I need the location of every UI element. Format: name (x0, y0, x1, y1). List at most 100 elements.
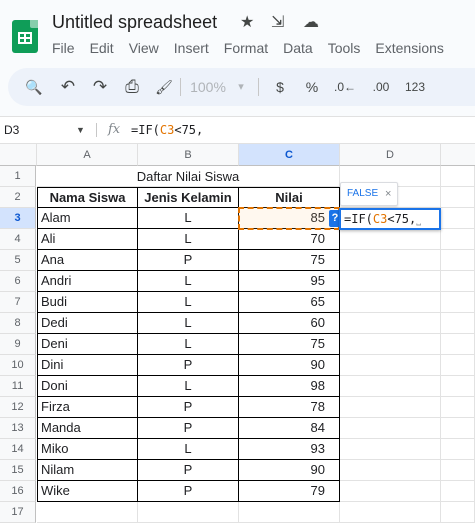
cell[interactable] (441, 502, 475, 523)
cell[interactable] (441, 460, 475, 481)
student-name-cell[interactable]: Ali (37, 229, 138, 250)
menu-extensions[interactable]: Extensions (375, 40, 443, 56)
star-icon[interactable]: ★ (240, 13, 254, 33)
row-header-10[interactable]: 10 (0, 355, 36, 376)
student-name-cell[interactable]: Andri (37, 271, 138, 292)
redo-icon[interactable]: ↷ (88, 68, 112, 106)
row-header-6[interactable]: 6 (0, 271, 36, 292)
cell[interactable] (138, 502, 239, 523)
move-to-folder-icon[interactable]: ⇲ (271, 13, 284, 33)
menu-view[interactable]: View (129, 40, 159, 56)
cell[interactable] (441, 208, 475, 229)
student-name-cell[interactable]: Wike (37, 481, 138, 502)
score-cell[interactable]: 75 (239, 334, 340, 355)
gender-cell[interactable]: P (138, 460, 239, 481)
score-cell[interactable]: 93 (239, 439, 340, 460)
sheets-logo-icon[interactable] (12, 20, 38, 53)
cell[interactable] (340, 397, 441, 418)
column-header-a[interactable]: A (37, 144, 138, 166)
gender-cell[interactable]: L (138, 229, 239, 250)
row-header-14[interactable]: 14 (0, 439, 36, 460)
row-header-1[interactable]: 1 (0, 166, 36, 187)
cell[interactable] (441, 166, 475, 187)
score-cell[interactable]: 95 (239, 271, 340, 292)
gender-cell[interactable]: L (138, 313, 239, 334)
cell[interactable] (441, 292, 475, 313)
student-name-cell[interactable]: Budi (37, 292, 138, 313)
close-icon[interactable]: × (385, 183, 391, 205)
student-name-cell[interactable]: Doni (37, 376, 138, 397)
gender-cell[interactable]: L (138, 208, 239, 229)
cell[interactable] (340, 460, 441, 481)
formula-input[interactable]: =IF(C3<75, (131, 117, 203, 143)
cell[interactable] (340, 271, 441, 292)
more-formats-button[interactable]: 123 (400, 68, 430, 106)
cell[interactable] (441, 418, 475, 439)
header-cell[interactable]: Jenis Kelamin (138, 187, 239, 208)
row-header-5[interactable]: 5 (0, 250, 36, 271)
cell[interactable] (340, 292, 441, 313)
row-header-17[interactable]: 17 (0, 502, 36, 523)
column-header-d[interactable]: D (340, 144, 441, 166)
menu-data[interactable]: Data (283, 40, 313, 56)
row-header-3[interactable]: 3 (0, 208, 36, 229)
row-header-7[interactable]: 7 (0, 292, 36, 313)
decrease-decimal-button[interactable]: .0← (330, 68, 360, 106)
score-cell[interactable]: 90 (239, 355, 340, 376)
student-name-cell[interactable]: Deni (37, 334, 138, 355)
student-name-cell[interactable]: Ana (37, 250, 138, 271)
student-name-cell[interactable]: Nilam (37, 460, 138, 481)
column-header-b[interactable]: B (138, 144, 239, 166)
score-cell[interactable]: 98 (239, 376, 340, 397)
student-name-cell[interactable]: Alam (37, 208, 138, 229)
cell[interactable] (441, 187, 475, 208)
row-header-2[interactable]: 2 (0, 187, 36, 208)
cell[interactable] (441, 271, 475, 292)
document-title[interactable]: Untitled spreadsheet (52, 12, 217, 33)
cell[interactable] (340, 355, 441, 376)
zoom-select[interactable]: 100% (186, 68, 230, 106)
row-header-16[interactable]: 16 (0, 481, 36, 502)
cell[interactable] (441, 313, 475, 334)
cell[interactable] (37, 502, 138, 523)
menu-tools[interactable]: Tools (328, 40, 361, 56)
cell[interactable] (340, 502, 441, 523)
menu-file[interactable]: File (52, 40, 75, 56)
cell[interactable] (441, 397, 475, 418)
row-header-13[interactable]: 13 (0, 418, 36, 439)
cell[interactable] (441, 481, 475, 502)
sheet-grid[interactable]: A B C D 1 Daftar Nilai Siswa 2 Nama Siswa Je… (0, 144, 475, 524)
cell[interactable] (441, 250, 475, 271)
column-header-e[interactable] (441, 144, 475, 166)
paint-format-icon[interactable]: 🖌 (152, 68, 176, 106)
increase-decimal-button[interactable]: .00 (366, 68, 396, 106)
score-cell[interactable]: 78 (239, 397, 340, 418)
score-cell[interactable]: 65 (239, 292, 340, 313)
row-header-8[interactable]: 8 (0, 313, 36, 334)
gender-cell[interactable]: P (138, 418, 239, 439)
row-header-12[interactable]: 12 (0, 397, 36, 418)
row-header-9[interactable]: 9 (0, 334, 36, 355)
table-title[interactable]: Daftar Nilai Siswa (37, 166, 340, 187)
gender-cell[interactable]: P (138, 481, 239, 502)
cell[interactable] (340, 439, 441, 460)
cloud-status-icon[interactable]: ☁ (303, 13, 319, 33)
score-cell[interactable]: 70 (239, 229, 340, 250)
score-cell[interactable]: 84 (239, 418, 340, 439)
cell[interactable] (340, 376, 441, 397)
percent-format-button[interactable]: % (300, 68, 324, 106)
cell[interactable] (441, 229, 475, 250)
cell[interactable] (340, 334, 441, 355)
student-name-cell[interactable]: Dini (37, 355, 138, 376)
gender-cell[interactable]: L (138, 271, 239, 292)
gender-cell[interactable]: L (138, 334, 239, 355)
score-cell[interactable]: 60 (239, 313, 340, 334)
select-all-corner[interactable] (0, 144, 37, 166)
row-header-15[interactable]: 15 (0, 460, 36, 481)
student-name-cell[interactable]: Firza (37, 397, 138, 418)
cell[interactable] (340, 229, 441, 250)
cell[interactable] (441, 439, 475, 460)
gender-cell[interactable]: P (138, 355, 239, 376)
cell[interactable] (340, 481, 441, 502)
column-header-c[interactable]: C (239, 144, 340, 166)
